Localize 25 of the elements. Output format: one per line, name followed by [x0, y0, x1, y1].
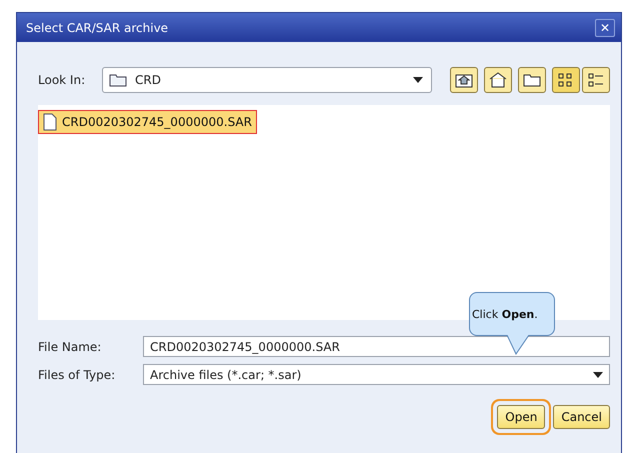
file-item[interactable]: CRD0020302745_0000000.SAR — [38, 110, 257, 134]
folder-icon — [109, 73, 127, 87]
view-button[interactable] — [552, 67, 580, 93]
file-name-field[interactable]: CRD0020302745_0000000.SAR — [143, 336, 610, 357]
file-type-dropdown[interactable]: Archive files (*.car; *.sar) — [143, 364, 610, 385]
look-in-label: Look In: — [38, 73, 86, 87]
view-button[interactable] — [582, 67, 610, 93]
dropdown-caret-icon — [413, 77, 423, 83]
document-icon — [43, 113, 57, 131]
file-type-label: Files of Type: — [38, 368, 116, 382]
list-view-icon — [558, 73, 574, 87]
folder-icon — [523, 73, 541, 87]
callout-text: Click Open. — [472, 308, 538, 320]
close-button[interactable]: ✕ — [595, 18, 615, 36]
cancel-button[interactable]: Cancel — [553, 405, 610, 429]
up-folder-button[interactable] — [450, 67, 478, 93]
home-icon — [489, 72, 507, 88]
folder-up-icon — [455, 72, 473, 88]
dropdown-caret-icon — [593, 372, 603, 378]
details-view-icon — [588, 73, 604, 87]
home-button[interactable] — [484, 67, 512, 93]
look-in-dropdown[interactable]: CRD — [102, 67, 432, 93]
window-title: Select CAR/SAR archive — [26, 20, 168, 34]
file-name-label: File Name: — [38, 340, 102, 354]
new-folder-button[interactable] — [518, 67, 546, 93]
